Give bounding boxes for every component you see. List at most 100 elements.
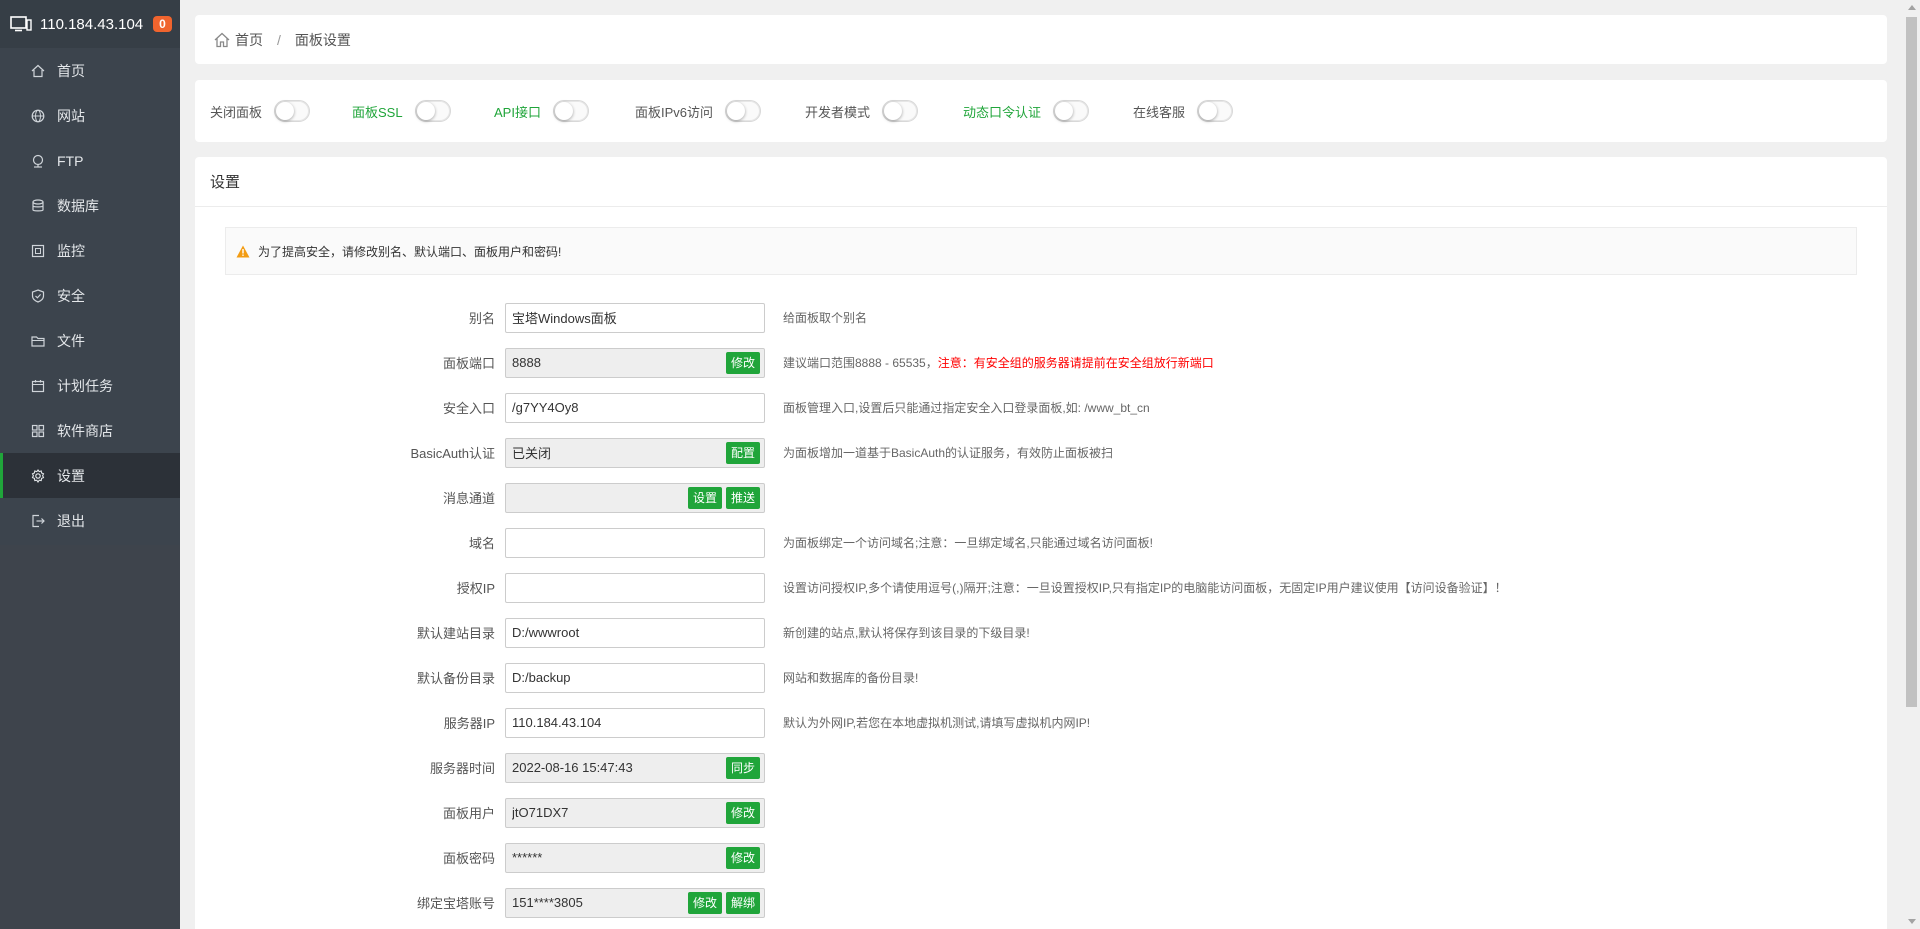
domain-input[interactable] xyxy=(505,527,765,558)
sidebar-item-database[interactable]: 数据库 xyxy=(0,183,180,228)
toggle-label: 关闭面板 xyxy=(210,104,263,120)
sidebar-item-monitor[interactable]: 监控 xyxy=(0,228,180,273)
basicauth-config-button[interactable]: 配置 xyxy=(725,441,760,464)
field-value: 8888 xyxy=(512,355,541,370)
field-label: 域名 xyxy=(468,536,495,551)
gear-icon xyxy=(31,468,45,483)
toggle-api: API接口 xyxy=(494,100,635,122)
sidebar-item-label: 监控 xyxy=(57,242,85,259)
scroll-down-icon[interactable] xyxy=(1908,919,1916,924)
globe-icon xyxy=(31,109,45,123)
logout-icon xyxy=(31,514,45,528)
row-authip: 授权IP 设置访问授权IP,多个请使用逗号(,)隔开;注意：一旦设置授权IP,只… xyxy=(195,565,1887,610)
toggle-switch-online-service[interactable] xyxy=(1197,100,1234,122)
row-password: 面板密码 ****** 修改 xyxy=(195,835,1887,880)
user-input: jtO71DX7 修改 xyxy=(505,797,765,828)
row-servertime: 服务器时间 2022-08-16 15:47:43 同步 xyxy=(195,745,1887,790)
message-push-button[interactable]: 推送 xyxy=(725,486,760,509)
main-content: 首页 / 面板设置 关闭面板 面板SSL API接口 面板IPv6访问 开发者模… xyxy=(195,15,1887,929)
warning-icon xyxy=(236,245,250,258)
notification-badge[interactable]: 0 xyxy=(153,16,172,32)
serverip-input[interactable]: 110.184.43.104 xyxy=(505,707,765,738)
sidebar-item-store[interactable]: 软件商店 xyxy=(0,408,180,453)
sidebar-item-files[interactable]: 文件 xyxy=(0,318,180,363)
field-label: 面板端口 xyxy=(442,356,495,371)
account-unbind-button[interactable]: 解绑 xyxy=(725,891,760,914)
settings-panel: 设置 为了提高安全，请修改别名、默认端口、面板用户和密码! 别名 宝塔Windo… xyxy=(195,157,1887,929)
sidebar-item-label: 计划任务 xyxy=(57,377,113,394)
field-hint: 为面板绑定一个访问域名;注意：一旦绑定域名,只能通过域名访问面板! xyxy=(783,536,1154,550)
home-icon[interactable] xyxy=(213,31,231,49)
sitedir-input[interactable]: D:/wwwroot xyxy=(505,617,765,648)
message-setup-button[interactable]: 设置 xyxy=(687,486,722,509)
breadcrumb-home[interactable]: 首页 xyxy=(235,30,263,50)
monitor-icon xyxy=(31,244,45,258)
alias-input[interactable]: 宝塔Windows面板 xyxy=(505,302,765,333)
backupdir-input[interactable]: D:/backup xyxy=(505,662,765,693)
basicauth-input: 已关闭 配置 xyxy=(505,437,765,468)
sidebar-item-label: FTP xyxy=(57,152,84,169)
toggle-switch-api[interactable] xyxy=(552,100,589,122)
sidebar-item-ftp[interactable]: FTP xyxy=(0,138,180,183)
sidebar-empty-area xyxy=(0,545,180,929)
field-label: 面板密码 xyxy=(442,851,495,866)
field-label: 安全入口 xyxy=(442,401,495,416)
toggle-label: 在线客服 xyxy=(1133,104,1186,120)
sidebar-item-home[interactable]: 首页 xyxy=(0,48,180,93)
field-label: 服务器IP xyxy=(443,716,495,731)
authip-input[interactable] xyxy=(505,572,765,603)
servertime-input: 2022-08-16 15:47:43 同步 xyxy=(505,752,765,783)
toggle-label: 面板IPv6访问 xyxy=(635,104,714,120)
field-value: /g7YY4Oy8 xyxy=(512,400,579,415)
field-value: 151****3805 xyxy=(512,895,583,910)
calendar-icon xyxy=(31,379,45,393)
field-value: ****** xyxy=(512,850,543,865)
toggle-label: 动态口令认证 xyxy=(963,104,1042,120)
scrollbar-thumb[interactable] xyxy=(1906,17,1917,707)
field-value: D:/backup xyxy=(512,670,571,685)
server-header[interactable]: 110.184.43.104 0 xyxy=(0,0,180,48)
database-icon xyxy=(31,198,45,213)
sidebar-item-label: 安全 xyxy=(57,287,85,304)
field-label: 别名 xyxy=(468,311,495,326)
toggle-close-panel: 关闭面板 xyxy=(210,100,352,122)
breadcrumb-current: 面板设置 xyxy=(294,31,351,48)
sidebar-item-website[interactable]: 网站 xyxy=(0,93,180,138)
sidebar-item-cron[interactable]: 计划任务 xyxy=(0,363,180,408)
sync-time-button[interactable]: 同步 xyxy=(725,756,760,779)
vertical-scrollbar[interactable] xyxy=(1903,0,1920,929)
field-label: 授权IP xyxy=(456,581,495,596)
row-sitedir: 默认建站目录 D:/wwwroot 新创建的站点,默认将保存到该目录的下级目录! xyxy=(195,610,1887,655)
scroll-up-icon[interactable] xyxy=(1908,5,1916,10)
row-port: 面板端口 8888 修改 建议端口范围8888 - 65535，注意：有安全组的服… xyxy=(195,340,1887,385)
sidebar: 110.184.43.104 0 首页 网站 FTP 数据库 监控 安全 文件 … xyxy=(0,0,180,929)
toggle-switch-otp[interactable] xyxy=(1053,100,1090,122)
row-account: 绑定宝塔账号 151****3805 修改 解绑 xyxy=(195,880,1887,925)
field-label: 消息通道 xyxy=(442,491,495,506)
toggle-switch-ipv6[interactable] xyxy=(725,100,762,122)
entry-input[interactable]: /g7YY4Oy8 xyxy=(505,392,765,423)
user-edit-button[interactable]: 修改 xyxy=(725,801,760,824)
toggle-switch-close-panel[interactable] xyxy=(274,100,311,122)
sidebar-item-logout[interactable]: 退出 xyxy=(0,498,180,543)
sidebar-item-security[interactable]: 安全 xyxy=(0,273,180,318)
account-edit-button[interactable]: 修改 xyxy=(687,891,722,914)
settings-form: 别名 宝塔Windows面板 给面板取个别名 面板端口 8888 修改 建议端口范… xyxy=(195,295,1887,925)
breadcrumb: 首页 / 面板设置 xyxy=(195,15,1887,64)
password-input: ****** 修改 xyxy=(505,842,765,873)
toggle-switch-panel-ssl[interactable] xyxy=(414,100,451,122)
toggle-ipv6: 面板IPv6访问 xyxy=(635,100,805,122)
row-entry: 安全入口 /g7YY4Oy8 面板管理入口,设置后只能通过指定安全入口登录面板,… xyxy=(195,385,1887,430)
field-value: jtO71DX7 xyxy=(512,805,569,820)
toggle-switch-dev-mode[interactable] xyxy=(882,100,919,122)
sidebar-item-label: 数据库 xyxy=(57,197,99,214)
toggle-panel-ssl: 面板SSL xyxy=(352,100,494,122)
port-edit-button[interactable]: 修改 xyxy=(725,351,760,374)
password-edit-button[interactable]: 修改 xyxy=(725,846,760,869)
breadcrumb-separator: / xyxy=(277,31,281,48)
field-hint: 面板管理入口,设置后只能通过指定安全入口登录面板,如: /www_bt_cn xyxy=(783,401,1150,415)
sidebar-item-settings[interactable]: 设置 xyxy=(0,453,180,498)
field-hint: 给面板取个别名 xyxy=(783,311,868,325)
field-hint: 默认为外网IP,若您在本地虚拟机测试,请填写虚拟机内网IP! xyxy=(783,716,1091,730)
field-hint: 为面板增加一道基于BasicAuth的认证服务，有效防止面板被扫 xyxy=(783,446,1114,460)
